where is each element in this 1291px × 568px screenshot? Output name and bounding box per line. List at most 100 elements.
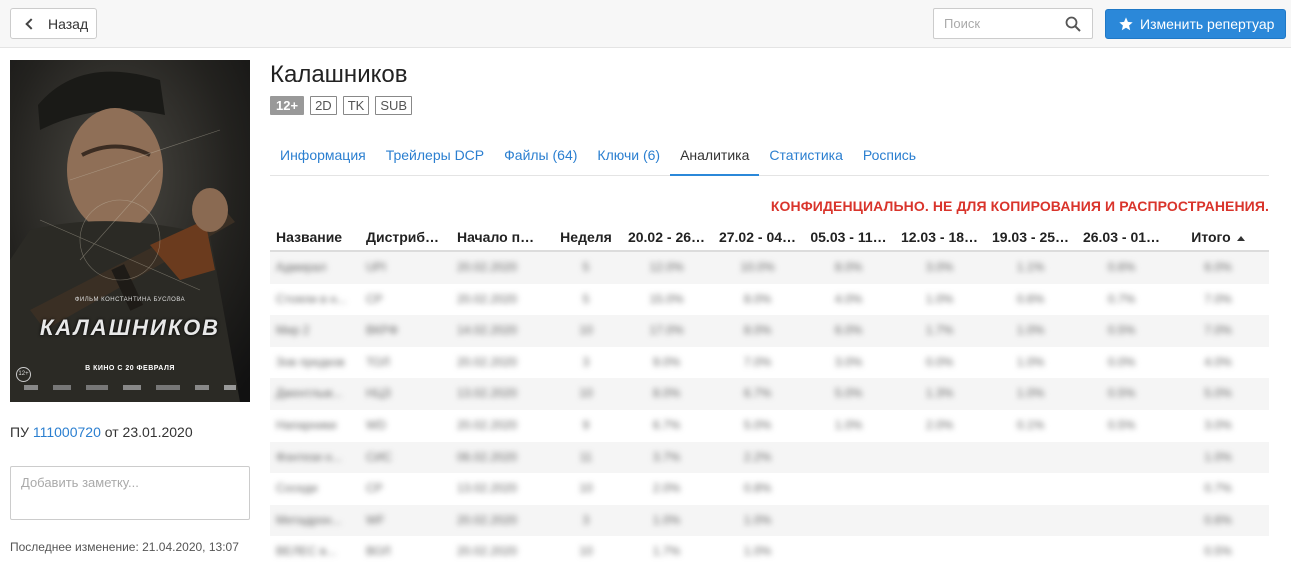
table-row[interactable]: Стояли в н... CP 20.02.2020 5 15.0% 8.0% 4.0% 1… <box>270 284 1269 316</box>
age-badge: 12+ <box>270 96 305 115</box>
table-row[interactable]: Фэнтези н... СИС 06.02.2020 11 3.7% 2.2% 1.0% <box>270 441 1269 474</box>
table-cell: 6.0% <box>834 323 863 338</box>
col-header-period-3[interactable]: 05.03 - 11… <box>803 222 894 250</box>
table-cell: 8.0% <box>743 323 772 338</box>
table-cell: 1.0% <box>1204 449 1232 464</box>
edit-repertoire-button[interactable]: Изменить репертуар <box>1105 9 1286 39</box>
table-cell: ВКРФ <box>366 323 398 338</box>
table-cell: 7.0% <box>1204 291 1232 306</box>
table-cell: 5 <box>582 291 590 306</box>
col-header-total[interactable]: Итого <box>1167 222 1269 250</box>
table-cell: НЦЗ <box>366 386 391 401</box>
col-header-start[interactable]: Начало п… <box>451 222 551 250</box>
col-header-week[interactable]: Неделя <box>551 222 621 250</box>
table-row[interactable]: Напарники WD 20.02.2020 9 6.7% 5.0% 1.0% 2.0% 0.… <box>270 410 1269 442</box>
table-cell: Фэнтези н... <box>276 449 342 464</box>
table-cell: 1.0% <box>652 512 681 527</box>
table-cell: WD <box>366 417 386 432</box>
table-cell: WF <box>366 512 385 527</box>
table-cell <box>803 505 894 537</box>
tab-information[interactable]: Информация <box>270 143 376 176</box>
film-tabs: Информация Трейлеры DCP Файлы (64) Ключи… <box>270 143 1269 176</box>
search-icon[interactable] <box>1065 16 1081 32</box>
table-cell: 1.1% <box>1016 260 1045 274</box>
table-cell: ВЕЛЕС в... <box>276 544 337 559</box>
table-cell: 1.0% <box>1016 323 1045 338</box>
table-cell: UPI <box>366 260 387 274</box>
table-cell: 20.02.2020 <box>457 291 518 306</box>
table-cell: 1.0% <box>1016 386 1045 401</box>
table-cell: 8.0% <box>834 260 863 274</box>
tab-statistics[interactable]: Статистика <box>759 143 853 176</box>
table-cell: 3.0% <box>834 354 863 369</box>
table-cell: 4.0% <box>834 291 863 306</box>
edit-repertoire-label: Изменить репертуар <box>1140 16 1275 32</box>
table-row[interactable]: Мир 2 ВКРФ 14.02.2020 10 17.0% 8.0% 6.0% 1.7% 1.… <box>270 315 1269 347</box>
table-cell: 10 <box>579 544 593 559</box>
col-header-title[interactable]: Название <box>270 222 360 250</box>
table-cell: 9 <box>582 417 590 432</box>
table-header: Название Дистриб… Начало п… Неделя 20.02… <box>270 222 1269 252</box>
col-header-period-5[interactable]: 19.03 - 25… <box>985 222 1076 250</box>
table-cell <box>985 505 1076 537</box>
tab-dcp-trailers[interactable]: Трейлеры DCP <box>376 143 494 176</box>
tab-files[interactable]: Файлы (64) <box>494 143 587 176</box>
table-row[interactable]: Зов предков ТОЛ 20.02.2020 3 9.0% 7.0% 3.0% 0.0… <box>270 347 1269 379</box>
col-header-period-2[interactable]: 27.02 - 04… <box>712 222 803 250</box>
table-cell: 3 <box>582 512 590 527</box>
tab-analytics[interactable]: Аналитика <box>670 143 760 176</box>
table-cell: 4.0% <box>1204 354 1232 369</box>
tab-schedule[interactable]: Роспись <box>853 143 926 176</box>
table-row[interactable]: Соседи CP 13.02.2020 10 2.0% 0.8% 0.7% <box>270 473 1269 505</box>
table-cell: Напарники <box>276 417 337 432</box>
table-row[interactable]: Метадрон... WF 20.02.2020 3 1.0% 1.0% 0.6% <box>270 504 1269 537</box>
col-header-period-1[interactable]: 20.02 - 26… <box>621 222 712 250</box>
table-row[interactable]: ВЕЛЕС в... ВОЛ 20.02.2020 10 1.7% 1.0% 0.5% <box>270 536 1269 568</box>
table-cell: 0.5% <box>1107 386 1136 401</box>
table-cell: 5.0% <box>834 386 863 401</box>
table-cell: 7.0% <box>1204 323 1232 338</box>
table-cell: Адмирал <box>276 260 327 274</box>
table-cell: ВОЛ <box>366 544 391 559</box>
table-cell: 1.7% <box>925 323 954 338</box>
col-header-period-6[interactable]: 26.03 - 01… <box>1076 222 1167 250</box>
table-row[interactable]: Джентльм... НЦЗ 13.02.2020 10 8.0% 6.7% 5.0% 1.… <box>270 378 1269 410</box>
col-header-period-4[interactable]: 12.03 - 18… <box>894 222 985 250</box>
table-cell <box>894 536 985 568</box>
table-cell: 1.0% <box>743 512 772 527</box>
last-modified: Последнее изменение: 21.04.2020, 13:07 <box>10 540 239 554</box>
table-cell: 20.02.2020 <box>457 354 518 369</box>
top-toolbar: Назад Изменить репертуар <box>0 0 1291 48</box>
back-button-label: Назад <box>48 15 89 32</box>
format-badges: 12+ 2D TK SUB <box>270 96 413 115</box>
table-cell: 6.7% <box>652 417 681 432</box>
back-button[interactable]: Назад <box>10 8 97 39</box>
table-cell: 0.5% <box>1204 544 1232 559</box>
table-cell: 0.5% <box>1107 323 1136 338</box>
table-cell: 1.0% <box>743 544 772 559</box>
table-cell: 12.0% <box>649 260 684 274</box>
format-badge-2d: 2D <box>310 96 337 115</box>
pu-number-link[interactable]: 111000720 <box>33 424 101 440</box>
table-cell <box>1076 536 1167 568</box>
pu-prefix: ПУ <box>10 424 29 440</box>
table-cell: Соседи <box>276 481 318 496</box>
table-cell: 10 <box>579 323 593 338</box>
table-cell: CP <box>366 481 383 496</box>
table-cell: Зов предков <box>276 354 345 369</box>
table-cell: 10 <box>579 481 593 496</box>
table-cell: 9.0% <box>652 354 681 369</box>
search-input[interactable] <box>934 9 1059 38</box>
table-row[interactable]: Адмирал UPI 20.02.2020 5 12.0% 10.0% 8.0% 3.0% 1… <box>270 252 1269 284</box>
add-note-field[interactable] <box>10 466 250 520</box>
table-cell: 13.02.2020 <box>457 386 518 401</box>
table-cell: 3 <box>582 354 590 369</box>
tab-keys[interactable]: Ключи (6) <box>587 143 670 176</box>
chevron-left-icon <box>25 17 37 30</box>
table-cell: 0.0% <box>925 354 954 369</box>
table-cell: CP <box>366 291 383 306</box>
table-cell: 0.1% <box>1016 417 1045 432</box>
table-cell: 7.0% <box>743 354 772 369</box>
table-cell: 14.02.2020 <box>457 323 518 338</box>
col-header-distributor[interactable]: Дистриб… <box>360 222 451 250</box>
